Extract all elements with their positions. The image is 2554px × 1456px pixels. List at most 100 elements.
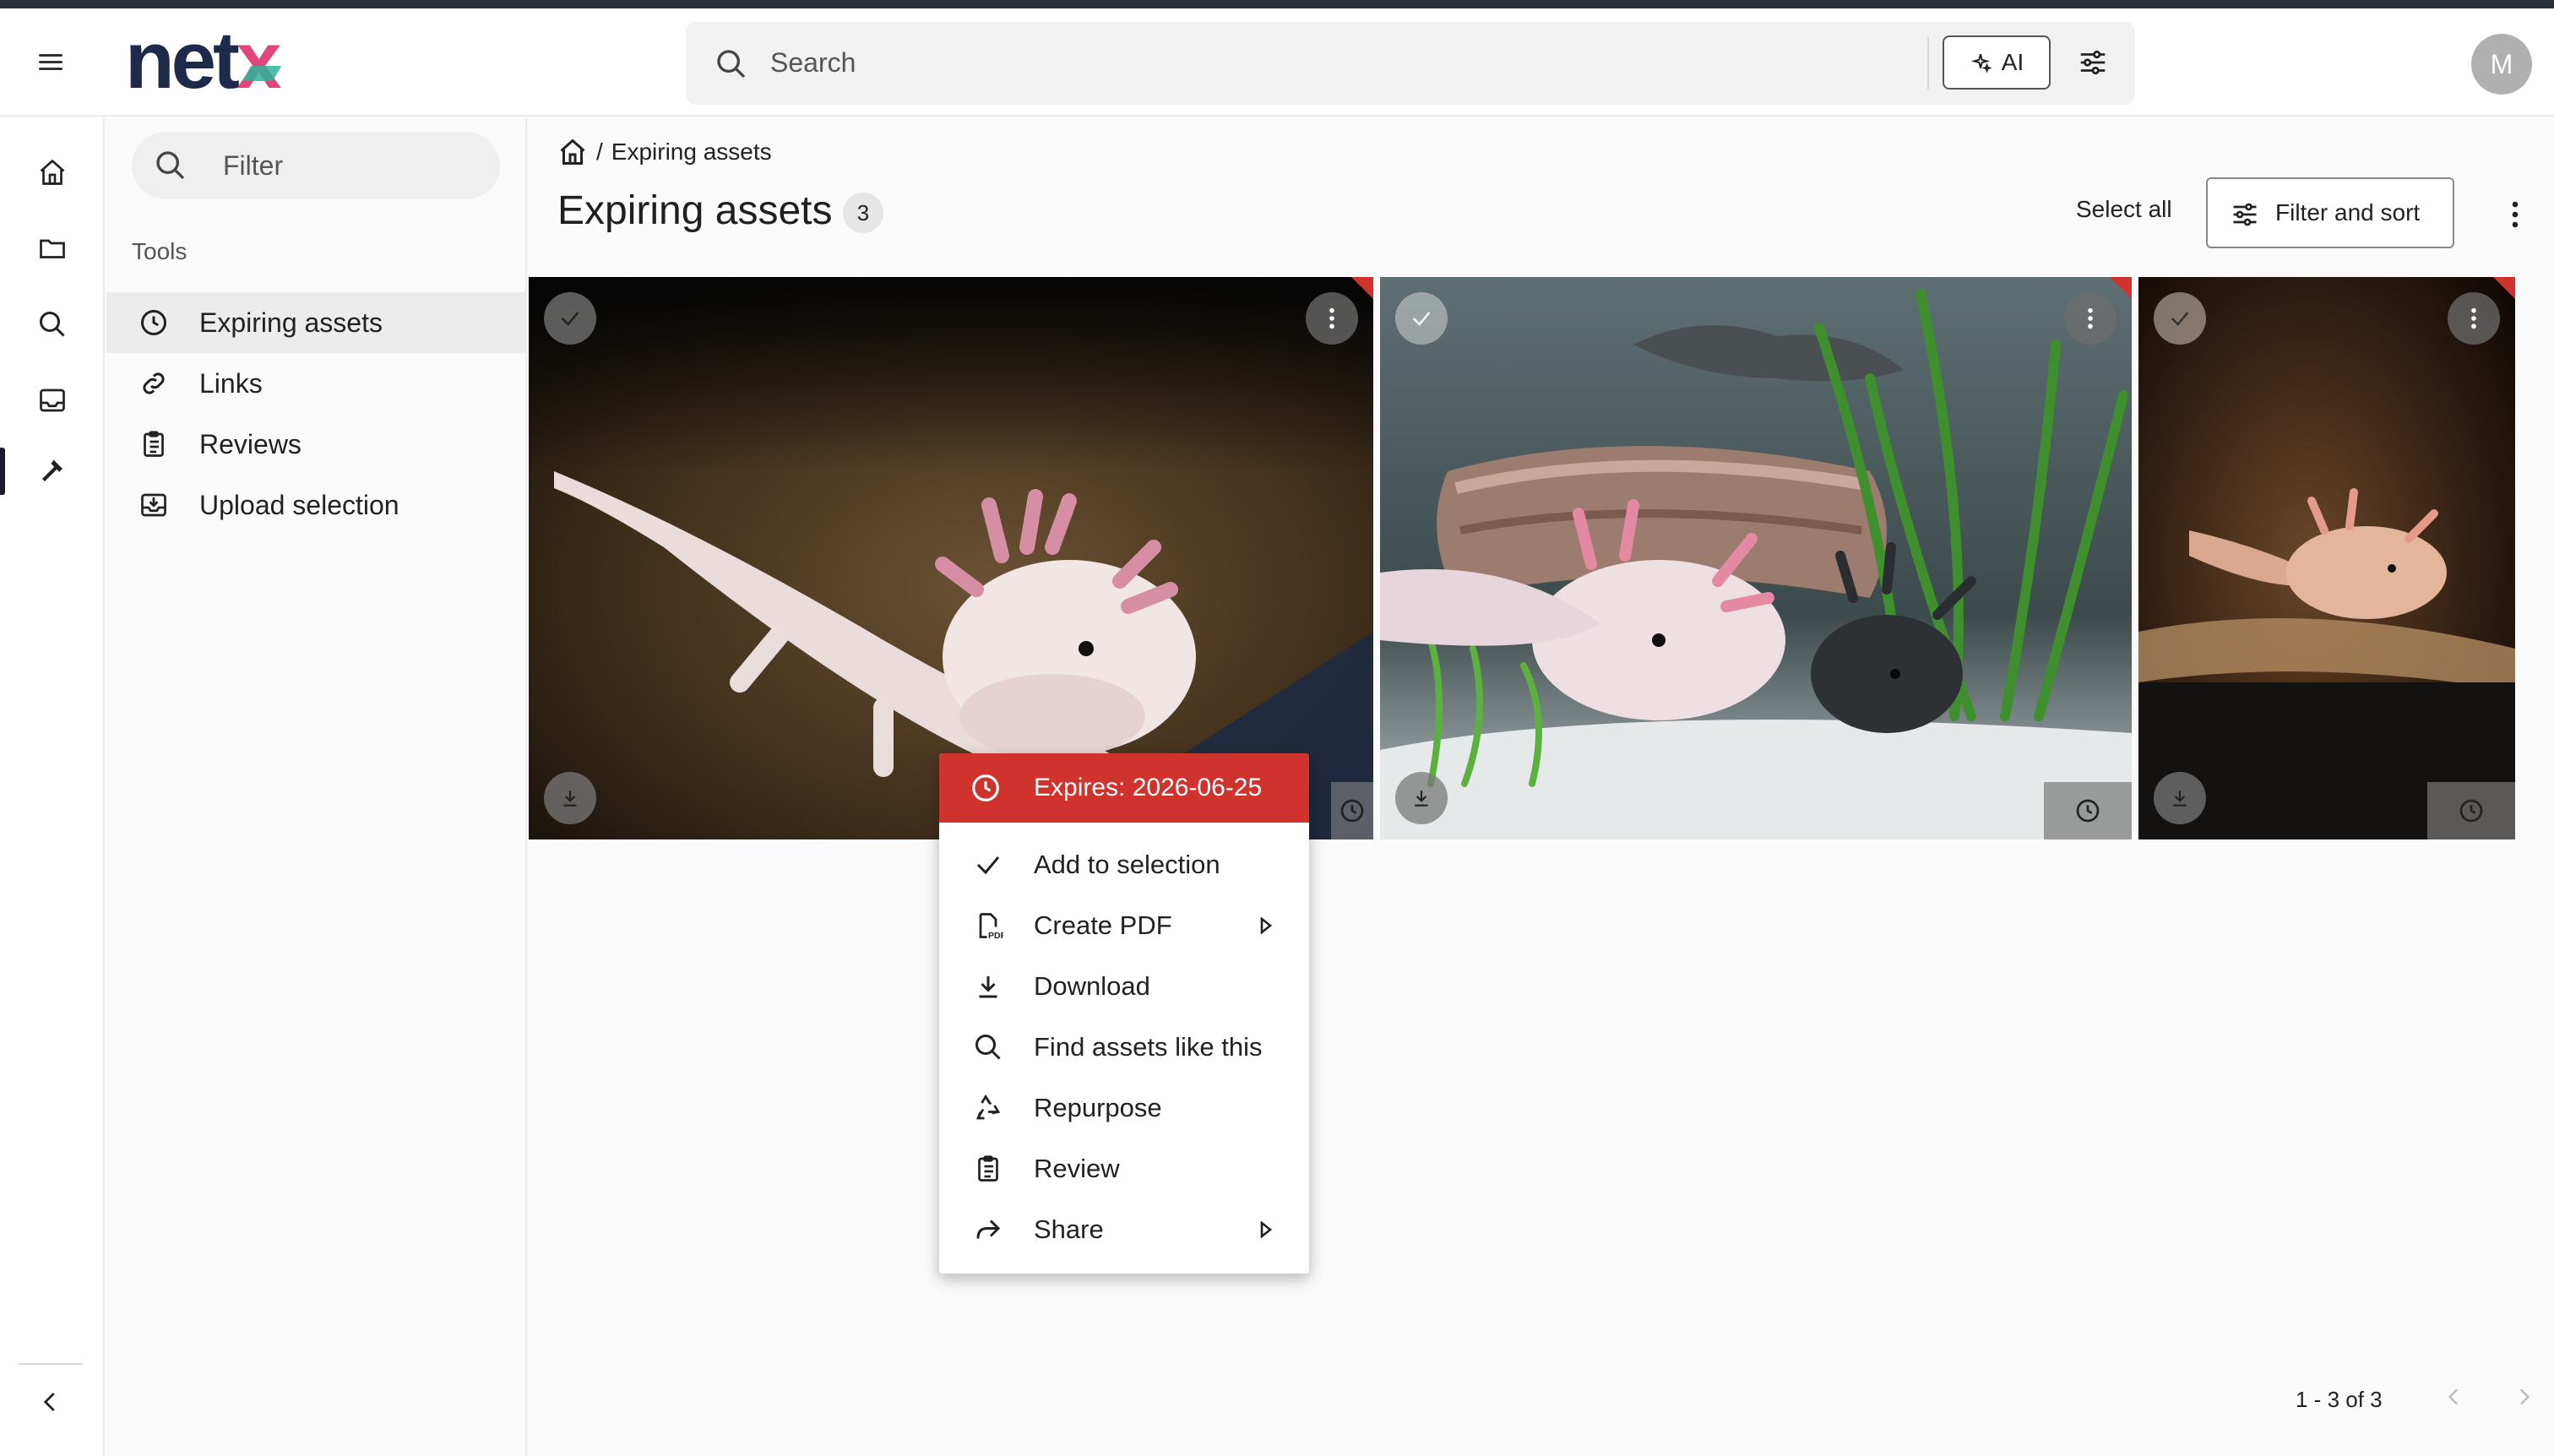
search-bar: AI	[686, 22, 2135, 105]
menu-item-share[interactable]: Share	[939, 1199, 1309, 1260]
menu-item-download[interactable]: Download	[939, 956, 1309, 1017]
user-avatar[interactable]: M	[2471, 34, 2532, 95]
app-header: netx AI M	[0, 8, 2554, 117]
check-icon	[2171, 312, 2189, 326]
tools-sidebar: Tools Expiring assets Links Reviews Uplo…	[106, 118, 527, 1456]
breadcrumb-current: Expiring assets	[611, 139, 772, 165]
select-checkbox[interactable]	[1395, 292, 1448, 345]
previous-page-button[interactable]	[2437, 1380, 2471, 1414]
select-checkbox[interactable]	[2154, 292, 2206, 345]
ai-search-button[interactable]: AI	[1943, 35, 2051, 90]
download-icon	[2173, 790, 2187, 807]
filter-and-sort-label: Filter and sort	[2275, 199, 2421, 225]
nav-rail	[0, 118, 105, 1456]
recycle-icon	[976, 1094, 1001, 1120]
more-options-icon	[2471, 307, 2476, 329]
menu-item-label: Add to selection	[1034, 850, 1220, 879]
chevron-right-icon	[2519, 1388, 2530, 1405]
main-content: / Expiring assets Expiring assets 3 Sele…	[529, 118, 2554, 1456]
sidebar-item-label: Links	[199, 367, 263, 399]
pagination-range: 1 - 3 of 3	[2296, 1387, 2383, 1412]
home-icon[interactable]	[557, 137, 588, 167]
hammer-icon[interactable]	[30, 449, 74, 493]
search-input[interactable]	[770, 39, 1750, 86]
pdf-icon: PDF	[979, 913, 1003, 941]
search-icon[interactable]	[30, 302, 74, 346]
expiry-header: Expires: 2026-06-25	[939, 753, 1309, 823]
rail-divider	[19, 1363, 83, 1365]
more-options-icon	[1329, 307, 1334, 329]
download-button[interactable]	[2154, 772, 2206, 824]
expiry-clock-button[interactable]	[2044, 782, 2132, 839]
menu-item-find-similar[interactable]: Find assets like this	[939, 1017, 1309, 1078]
menu-item-create-pdf[interactable]: PDF Create PDF	[939, 895, 1309, 956]
menu-item-review[interactable]: Review	[939, 1138, 1309, 1199]
clipboard-icon	[978, 1155, 998, 1182]
menu-item-label: Create PDF	[1034, 910, 1172, 940]
search-divider	[1927, 37, 1929, 90]
more-options-icon[interactable]	[2497, 196, 2534, 233]
card-more-button[interactable]	[2064, 292, 2117, 345]
netx-logo[interactable]: netx	[125, 19, 281, 103]
check-icon	[976, 856, 1000, 875]
sidebar-item-reviews[interactable]: Reviews	[106, 414, 525, 475]
select-checkbox[interactable]	[544, 292, 596, 345]
sidebar-item-label: Reviews	[199, 428, 302, 459]
section-label-tools: Tools	[132, 238, 187, 264]
asset-thumbnail	[2138, 277, 2515, 839]
select-all-button[interactable]: Select all	[2076, 196, 2172, 223]
search-icon	[156, 151, 185, 180]
breadcrumb: / Expiring assets	[557, 133, 772, 171]
home-icon[interactable]	[30, 150, 74, 194]
card-more-button[interactable]	[2448, 292, 2500, 345]
asset-count-badge: 3	[843, 193, 883, 233]
submenu-arrow-icon	[1260, 1221, 1273, 1238]
menu-item-repurpose[interactable]: Repurpose	[939, 1078, 1309, 1138]
more-options-icon	[2088, 307, 2093, 329]
expiry-flag	[2493, 277, 2515, 299]
expiry-flag	[2110, 277, 2132, 299]
expiry-clock-button[interactable]	[1331, 782, 1373, 839]
page-title: Expiring assets	[557, 188, 833, 233]
tune-icon	[2080, 50, 2106, 75]
collapse-sidebar-button[interactable]	[32, 1383, 69, 1421]
clock-icon	[2076, 799, 2100, 823]
rail-active-indicator	[0, 448, 5, 495]
sidebar-item-links[interactable]: Links	[106, 353, 525, 414]
card-more-button[interactable]	[1306, 292, 1358, 345]
sidebar-item-expiring-assets[interactable]: Expiring assets	[106, 292, 525, 353]
menu-icon[interactable]	[37, 49, 64, 76]
search-icon	[717, 50, 746, 79]
sidebar-item-upload-selection[interactable]: Upload selection	[106, 475, 525, 535]
expiry-date-label: Expires: 2026-06-25	[1034, 774, 1263, 801]
expiry-clock-button[interactable]	[2427, 782, 2515, 839]
filter-input[interactable]	[223, 142, 476, 189]
next-page-button[interactable]	[2507, 1380, 2540, 1414]
tune-icon	[2233, 203, 2257, 226]
folder-icon[interactable]	[30, 226, 74, 270]
check-icon	[561, 312, 579, 326]
clock-icon	[1340, 799, 1364, 823]
asset-context-menu: Expires: 2026-06-25 Add to selection PDF…	[939, 753, 1309, 1274]
menu-item-label: Find assets like this	[1034, 1032, 1263, 1062]
download-button[interactable]	[1395, 772, 1448, 824]
menu-item-label: Review	[1034, 1154, 1120, 1183]
download-button[interactable]	[544, 772, 596, 824]
search-icon	[975, 1035, 1001, 1060]
inbox-icon[interactable]	[30, 378, 74, 422]
clock-icon	[141, 310, 166, 335]
menu-item-add-to-selection[interactable]: Add to selection	[939, 834, 1309, 895]
share-icon	[976, 1220, 1001, 1239]
filter-and-sort-button[interactable]: Filter and sort	[2206, 177, 2454, 248]
asset-card[interactable]	[2138, 277, 2515, 839]
sidebar-item-label: Upload selection	[199, 489, 399, 520]
expiry-flag	[1351, 277, 1373, 299]
menu-item-label: Repurpose	[1034, 1093, 1162, 1122]
asset-card[interactable]	[1380, 277, 2132, 839]
svg-text:PDF: PDF	[988, 931, 1003, 941]
clipboard-icon	[144, 431, 164, 457]
link-icon	[143, 372, 165, 394]
search-options-button[interactable]	[2071, 41, 2115, 84]
submenu-arrow-icon	[1260, 917, 1273, 934]
inbox-download-icon	[141, 493, 166, 517]
